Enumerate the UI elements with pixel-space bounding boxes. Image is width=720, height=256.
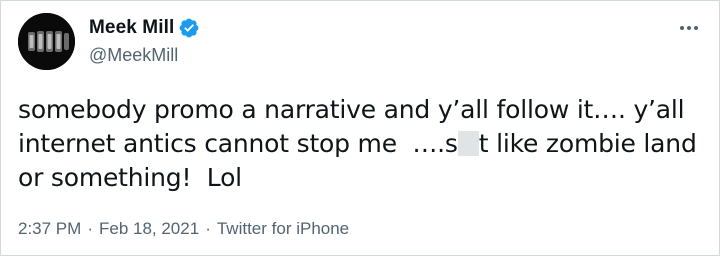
more-horizontal-icon [680,26,698,30]
more-options-button[interactable] [675,17,703,39]
tweet-time[interactable]: 2:37 PM [18,219,81,239]
tweet-text-line-1: somebody promo a narrative and y’all fol… [18,95,685,124]
tweet-text-line-2-end: t like zombie land [478,129,697,158]
meta-separator: · [205,219,211,238]
tweet-text-line-2-start: internet antics cannot stop me ….s [18,129,458,158]
meta-separator: · [87,219,93,238]
verified-badge-icon [178,17,200,39]
author-handle[interactable]: @MeekMill [89,45,200,66]
author-display-name[interactable]: Meek Mill [89,17,174,39]
redaction-block [457,131,479,156]
tweet-card: Meek Mill @MeekMill somebody promo a nar… [0,0,720,256]
avatar[interactable] [18,13,75,70]
tweet-text: somebody promo a narrative and y’all fol… [18,93,708,195]
tweet-source-link[interactable]: Twitter for iPhone [217,219,349,239]
tweet-author: Meek Mill @MeekMill [89,15,200,66]
tweet-text-line-3: or something! Lol [18,163,242,192]
tweet-meta: 2:37 PM · Feb 18, 2021 · Twitter for iPh… [18,219,349,239]
author-name-row: Meek Mill [89,15,200,41]
avatar-image [18,13,75,70]
tweet-date[interactable]: Feb 18, 2021 [99,219,199,239]
